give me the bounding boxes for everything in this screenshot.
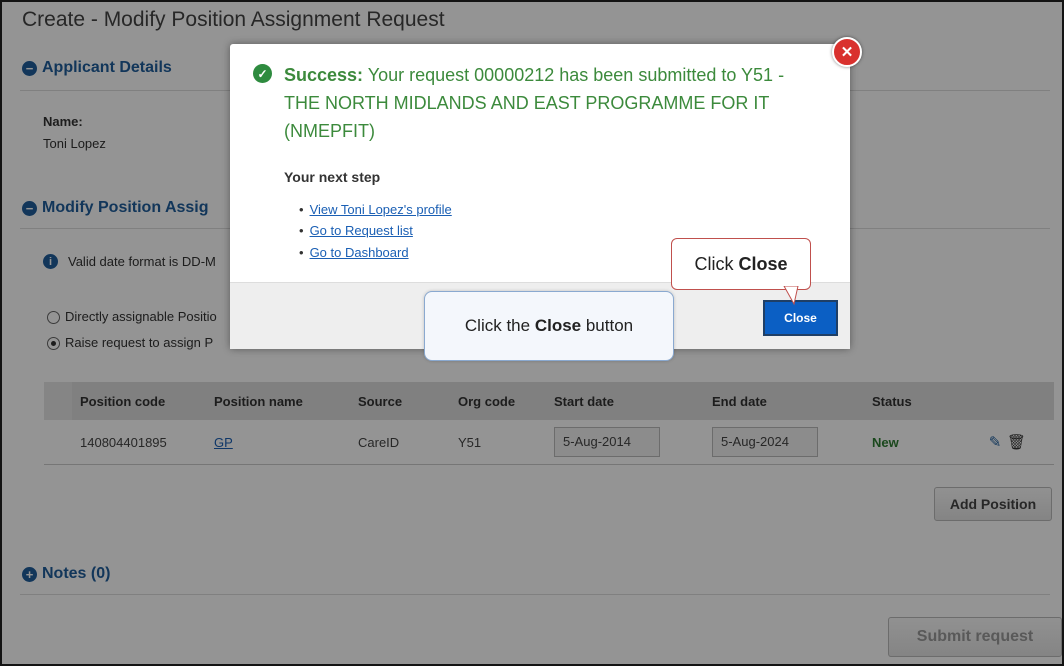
check-circle-icon: ✓ <box>253 64 272 83</box>
success-message: Success: Your request 00000212 has been … <box>284 61 824 145</box>
callout-pointer <box>783 286 799 306</box>
view-profile-link[interactable]: View Toni Lopez's profile <box>310 202 452 217</box>
click-close-button-callout: Click the Close button <box>424 291 674 361</box>
success-prefix: Success: <box>284 65 364 85</box>
callout2-suffix: button <box>581 316 634 335</box>
close-x-icon[interactable]: ✕ <box>832 37 862 67</box>
list-item: • Go to Request list <box>299 223 413 238</box>
callout2-prefix: Click the <box>464 316 535 335</box>
next-step-heading: Your next step <box>284 169 381 185</box>
callout-text-prefix: Click <box>694 253 739 274</box>
list-item: • View Toni Lopez's profile <box>299 202 452 217</box>
dashboard-link[interactable]: Go to Dashboard <box>310 245 409 260</box>
callout2-bold: Close <box>534 316 582 335</box>
list-item: • Go to Dashboard <box>299 245 409 260</box>
request-list-link[interactable]: Go to Request list <box>310 223 413 238</box>
callout-text-bold: Close <box>738 253 788 274</box>
click-close-callout: Click Close <box>671 238 811 290</box>
